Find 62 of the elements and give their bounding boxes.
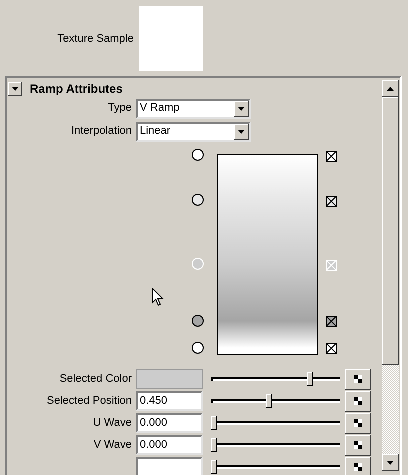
delete-handle-icon[interactable] bbox=[326, 151, 337, 162]
field-value: 0.000 bbox=[140, 416, 168, 431]
map-button[interactable] bbox=[345, 368, 371, 390]
field-label: V Wave bbox=[92, 438, 133, 453]
checker-icon bbox=[354, 397, 362, 405]
number-field[interactable]: 0.000 bbox=[136, 413, 203, 433]
scrollbar[interactable] bbox=[382, 80, 399, 471]
dropdown[interactable]: Linear bbox=[136, 122, 251, 142]
field-label: Type bbox=[107, 101, 133, 116]
slider[interactable] bbox=[211, 372, 340, 386]
collapse-toggle[interactable] bbox=[8, 82, 22, 96]
texture-sample-swatch bbox=[139, 6, 203, 70]
color-handle[interactable] bbox=[192, 315, 204, 328]
checker-icon bbox=[354, 463, 362, 471]
texture-sample-label: Texture Sample bbox=[56, 32, 135, 47]
slider-thumb[interactable] bbox=[211, 416, 217, 430]
field-value: 0.000 bbox=[140, 438, 168, 453]
color-swatch[interactable] bbox=[136, 369, 203, 389]
dropdown[interactable]: V Ramp bbox=[136, 98, 251, 118]
scroll-up-button[interactable] bbox=[382, 80, 399, 97]
delete-handle-icon[interactable] bbox=[326, 196, 337, 207]
number-field[interactable] bbox=[136, 457, 203, 475]
caret-icon bbox=[238, 106, 245, 110]
map-button[interactable] bbox=[345, 456, 371, 475]
slider[interactable] bbox=[211, 394, 340, 408]
field-label: U Wave bbox=[92, 416, 133, 431]
caret-icon bbox=[238, 130, 245, 134]
slider[interactable] bbox=[211, 438, 340, 452]
slider-thumb[interactable] bbox=[211, 460, 217, 474]
number-field[interactable]: 0.000 bbox=[136, 435, 203, 455]
dropdown-value: Linear bbox=[140, 124, 171, 140]
slider-thumb[interactable] bbox=[211, 438, 217, 452]
field-label: Interpolation bbox=[70, 124, 133, 140]
section-title: Ramp Attributes bbox=[30, 80, 123, 98]
color-handle[interactable] bbox=[192, 194, 204, 206]
color-handle[interactable] bbox=[192, 149, 204, 161]
checker-icon bbox=[354, 441, 362, 449]
delete-handle-icon[interactable] bbox=[326, 316, 337, 328]
delete-handle-icon[interactable] bbox=[326, 343, 337, 354]
map-button[interactable] bbox=[345, 412, 371, 434]
slider[interactable] bbox=[211, 416, 340, 430]
dropdown-arrow-button[interactable] bbox=[234, 124, 249, 140]
map-button[interactable] bbox=[345, 434, 371, 456]
up-arrow-icon bbox=[387, 86, 394, 90]
map-button[interactable] bbox=[345, 390, 371, 412]
scroll-thumb[interactable] bbox=[382, 97, 399, 365]
scroll-down-button[interactable] bbox=[382, 454, 399, 471]
down-triangle-icon bbox=[12, 85, 18, 92]
dropdown-arrow-button[interactable] bbox=[234, 100, 249, 116]
field-label: Selected Position bbox=[46, 394, 133, 409]
dropdown-value: V Ramp bbox=[140, 101, 180, 116]
slider[interactable] bbox=[211, 460, 340, 474]
color-handle[interactable] bbox=[192, 342, 204, 354]
slider-thumb[interactable] bbox=[266, 394, 272, 408]
slider-thumb[interactable] bbox=[306, 372, 313, 386]
number-field[interactable]: 0.450 bbox=[136, 391, 203, 411]
down-arrow-icon bbox=[387, 460, 394, 464]
field-label: Selected Color bbox=[58, 372, 133, 387]
checker-icon bbox=[354, 375, 362, 383]
mouse-cursor-icon bbox=[152, 288, 164, 307]
field-value: 0.450 bbox=[140, 394, 168, 409]
checker-icon bbox=[354, 419, 362, 427]
